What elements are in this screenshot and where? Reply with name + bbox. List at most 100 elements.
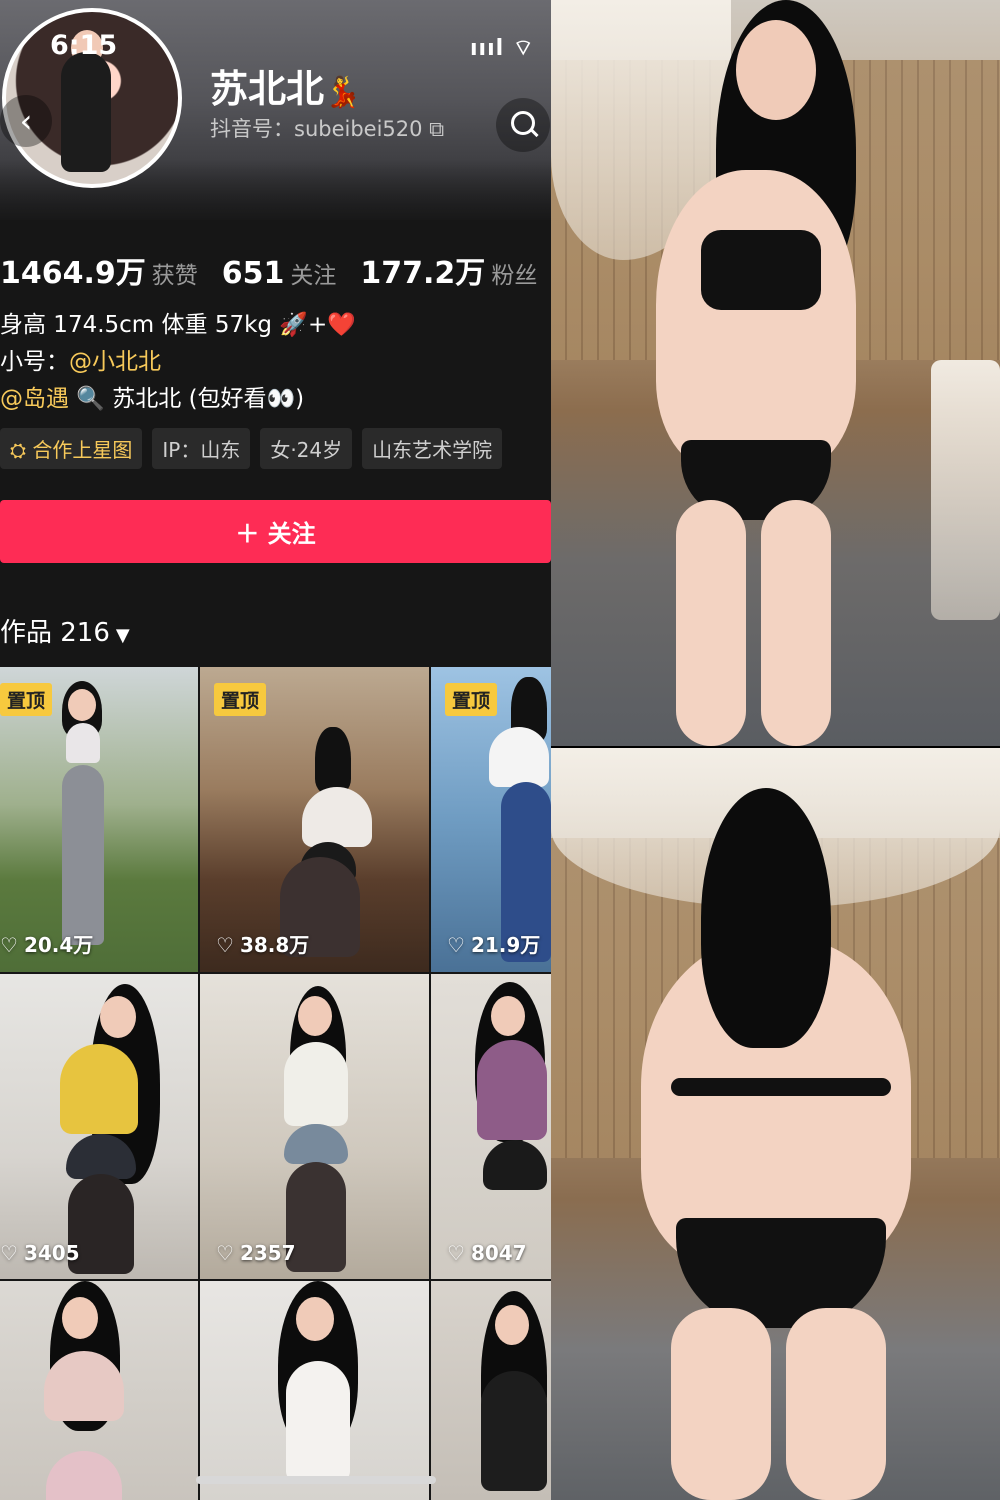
signal-wifi-icon: ıııl ⌔: [470, 36, 535, 61]
like-count: ♡ 2357: [216, 1241, 296, 1265]
heart-icon: ♡: [0, 933, 18, 957]
photo-hair: [701, 788, 831, 1048]
stat-likes[interactable]: 1464.9万 获赞: [0, 248, 198, 292]
video-thumbnail[interactable]: 置顶 ♡ 20.4万: [0, 667, 198, 972]
photo-bikini-top: [701, 230, 821, 310]
thumb-pants: [46, 1451, 122, 1500]
thumb-top: [44, 1351, 124, 1421]
thumb-top: [284, 1042, 348, 1126]
video-thumbnail[interactable]: ♡ 8047: [431, 974, 551, 1279]
heart-icon: ♡: [216, 1241, 234, 1265]
thumb-head: [68, 689, 96, 721]
thumb-head: [100, 996, 136, 1038]
profile-stats: 1464.9万 获赞 651 关注 177.2万 粉丝: [0, 248, 537, 292]
like-count: ♡ 3405: [0, 1241, 80, 1265]
dancer-emoji-icon: 💃: [324, 75, 362, 110]
stat-value: 651: [221, 256, 285, 291]
tag-cooperation[interactable]: ⛭ 合作上星图: [0, 428, 143, 469]
douyin-id[interactable]: 抖音号：subeibei520 ⧉: [210, 113, 444, 143]
stat-value: 1464.9万: [0, 256, 146, 291]
photo-leg-left: [671, 1308, 771, 1500]
photo-leg-left: [676, 500, 746, 746]
stat-following[interactable]: 651 关注: [222, 256, 337, 291]
bio-line-2-prefix: 小号：: [0, 349, 69, 375]
mention-link[interactable]: @岛遇: [0, 386, 69, 412]
stat-label: 关注: [290, 263, 337, 289]
photo-torso: [656, 170, 856, 470]
stat-followers[interactable]: 177.2万 粉丝: [360, 248, 537, 292]
bio-line-3-rest: 🔍 苏北北 (包好看👀): [69, 386, 305, 412]
video-thumbnail[interactable]: [0, 1281, 198, 1500]
stat-label: 获赞: [151, 263, 198, 289]
tag-ip: IP：山东: [152, 428, 251, 469]
photo-face: [736, 20, 816, 120]
curtain-right: [931, 360, 1000, 620]
like-count: ♡ 38.8万: [216, 929, 309, 958]
like-count: ♡ 8047: [447, 1241, 527, 1265]
tag-gender-age: 女·24岁: [260, 428, 353, 469]
works-tab[interactable]: 作品 216 ▼: [0, 612, 130, 649]
stat-label: 粉丝: [491, 263, 538, 289]
heart-icon: ♡: [447, 1241, 465, 1265]
status-time: 6:15: [50, 30, 118, 61]
pinned-badge: 置顶: [445, 683, 498, 716]
photo-front-view: [551, 0, 1000, 746]
video-thumbnail[interactable]: [431, 1281, 551, 1500]
alt-account-link[interactable]: @小北北: [69, 349, 161, 375]
thumb-top: [489, 727, 549, 787]
photo-leg-right: [761, 500, 831, 746]
avatar-figure: [61, 52, 111, 172]
like-count-text: 21.9万: [470, 933, 541, 957]
photo-leg-right: [786, 1308, 886, 1500]
bio-line-3: @岛遇 🔍 苏北北 (包好看👀): [0, 381, 356, 418]
like-count-text: 3405: [23, 1241, 80, 1265]
screenshot-collage: 6:15 ıııl ⌔ ‹ 苏北北💃 抖音号：subeibei520 ⧉ 146…: [0, 0, 1000, 1500]
profile-screen: 6:15 ıııl ⌔ ‹ 苏北北💃 抖音号：subeibei520 ⧉ 146…: [0, 0, 551, 1500]
bio-line-2: 小号：@小北北: [0, 344, 356, 381]
thumb-head: [298, 996, 332, 1036]
profile-tags: ⛭ 合作上星图 IP：山东 女·24岁 山东艺术学院: [0, 428, 503, 469]
video-thumbnail[interactable]: ♡ 2357: [200, 974, 429, 1279]
thumb-top: [477, 1040, 547, 1140]
profile-bio: 身高 174.5cm 体重 57kg 🚀+❤️ 小号：@小北北 @岛遇 🔍 苏北…: [0, 307, 356, 418]
home-indicator[interactable]: [196, 1476, 436, 1484]
photo-back-view: [551, 748, 1000, 1500]
thumb-head: [495, 1305, 529, 1345]
thumb-top: [481, 1371, 547, 1491]
like-count: ♡ 20.4万: [0, 929, 93, 958]
follow-button[interactable]: ＋ 关注: [0, 500, 551, 563]
thumb-head: [491, 996, 525, 1036]
thumb-top: [60, 1044, 138, 1134]
tag-school[interactable]: 山东艺术学院: [362, 428, 503, 469]
photo-bikini-strap: [671, 1078, 891, 1096]
caret-down-icon: ▼: [115, 625, 130, 646]
like-count-text: 20.4万: [23, 933, 94, 957]
stat-value: 177.2万: [360, 256, 486, 291]
profile-name-text: 苏北北: [210, 67, 325, 111]
thumb-top: [286, 1361, 350, 1481]
like-count-text: 38.8万: [239, 933, 310, 957]
video-thumbnail[interactable]: ♡ 3405: [0, 974, 198, 1279]
thumb-shorts: [284, 1124, 348, 1164]
search-icon[interactable]: [496, 98, 550, 152]
video-thumbnail[interactable]: 置顶 ♡ 21.9万: [431, 667, 551, 972]
heart-icon: ♡: [216, 933, 234, 957]
bio-line-1: 身高 174.5cm 体重 57kg 🚀+❤️: [0, 312, 356, 338]
pinned-badge: 置顶: [0, 683, 53, 716]
pinned-badge: 置顶: [214, 683, 267, 716]
heart-icon: ♡: [447, 933, 465, 957]
heart-icon: ♡: [0, 1241, 18, 1265]
video-thumbnail[interactable]: 置顶 ♡ 38.8万: [200, 667, 429, 972]
back-arrow-icon[interactable]: ‹: [0, 95, 52, 147]
thumb-head: [62, 1297, 98, 1339]
thumb-skirt: [483, 1140, 547, 1190]
thumb-top: [66, 723, 100, 763]
profile-name: 苏北北💃: [210, 58, 361, 113]
like-count: ♡ 21.9万: [447, 929, 540, 958]
thumb-top: [302, 787, 372, 847]
like-count-text: 8047: [470, 1241, 527, 1265]
works-label: 作品 216: [0, 618, 110, 648]
video-thumbnail[interactable]: [200, 1281, 429, 1500]
thumb-jeans: [62, 765, 104, 945]
thumb-head: [296, 1297, 334, 1341]
